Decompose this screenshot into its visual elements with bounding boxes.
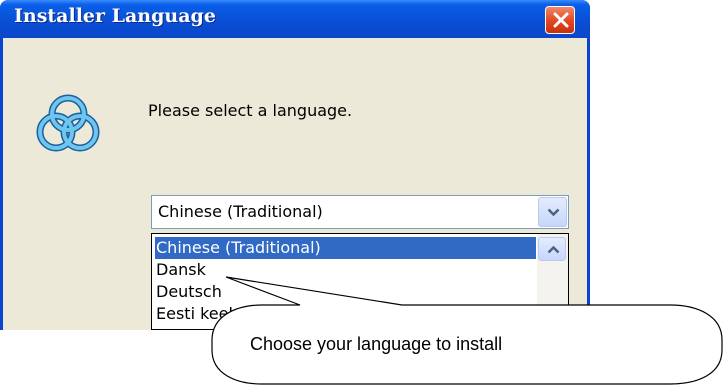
close-icon	[553, 12, 569, 28]
dialog-body: Please select a language. Chinese (Tradi…	[3, 38, 587, 330]
dropdown-button[interactable]	[538, 197, 567, 227]
language-option[interactable]: Dansk	[155, 259, 206, 281]
installer-logo-icon	[36, 94, 100, 152]
language-option[interactable]: Eesti keel	[155, 303, 233, 325]
language-select-value: Chinese (Traditional)	[158, 202, 323, 221]
language-option[interactable]: Chinese (Traditional)	[154, 236, 537, 260]
language-prompt: Please select a language.	[148, 101, 353, 120]
language-select[interactable]: Chinese (Traditional)	[151, 195, 569, 229]
chevron-up-icon	[547, 245, 560, 254]
language-dropdown-list: Chinese (Traditional) Dansk Deutsch Eest…	[151, 233, 569, 330]
window-title: Installer Language	[14, 5, 216, 27]
language-option[interactable]: Deutsch	[155, 281, 222, 303]
scroll-up-button[interactable]	[538, 237, 566, 261]
callout-text: Choose your language to install	[250, 334, 503, 354]
close-button[interactable]	[545, 6, 575, 34]
title-bar[interactable]: Installer Language	[0, 0, 590, 38]
installer-language-dialog: Installer Language Please select a langu…	[0, 0, 590, 330]
list-scrollbar[interactable]	[537, 234, 568, 329]
chevron-down-icon	[547, 208, 560, 217]
